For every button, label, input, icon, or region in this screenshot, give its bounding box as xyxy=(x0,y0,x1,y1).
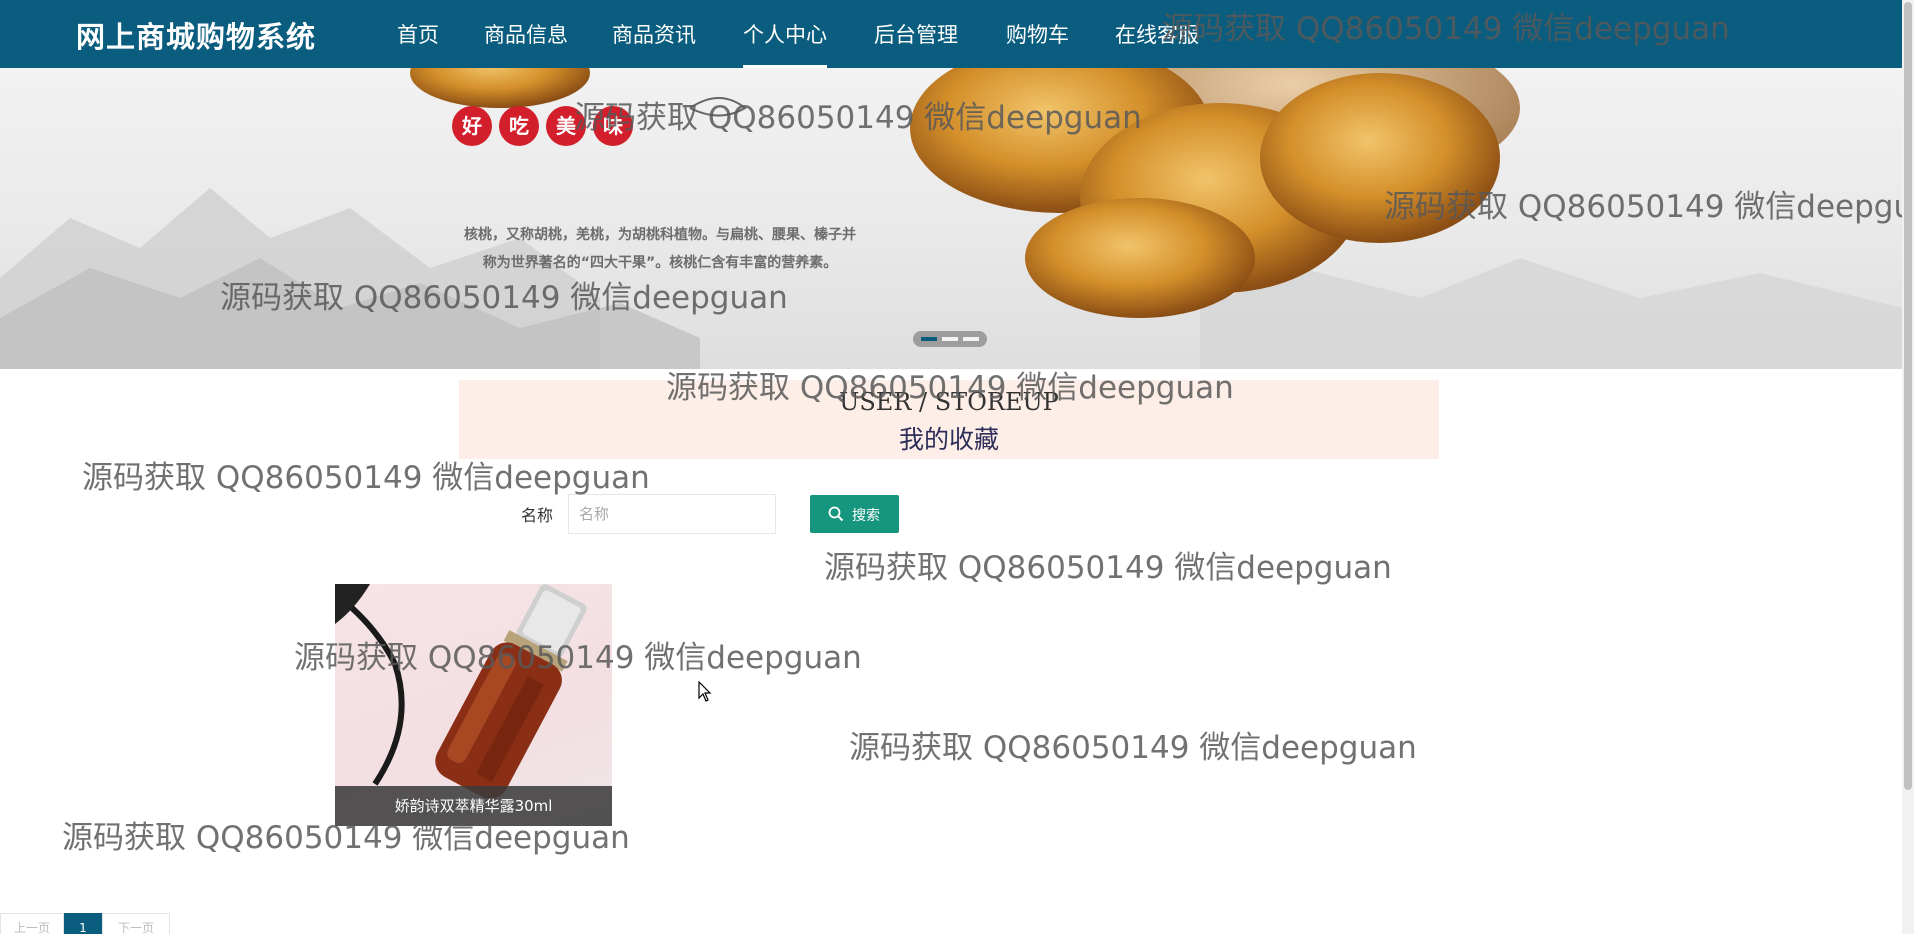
page-root: 网上商城购物系统 首页 商品信息 商品资讯 个人中心 后台管理 购物车 在线客服 xyxy=(0,0,1914,934)
carousel-dot[interactable] xyxy=(921,337,937,341)
scrollbar-thumb[interactable] xyxy=(1904,2,1912,790)
nav-admin[interactable]: 后台管理 xyxy=(874,19,958,68)
prev-page-button[interactable]: 上一页 xyxy=(0,913,64,934)
search-icon xyxy=(828,506,844,522)
top-navbar: 网上商城购物系统 首页 商品信息 商品资讯 个人中心 后台管理 购物车 在线客服 xyxy=(0,0,1902,68)
search-button[interactable]: 搜索 xyxy=(810,495,899,533)
watermark: 源码获取 QQ86050149 微信deepguan xyxy=(824,550,1392,586)
section-title-en: USER / STOREUP xyxy=(839,388,1059,416)
nav-products[interactable]: 商品信息 xyxy=(484,19,568,68)
carousel-dot[interactable] xyxy=(963,337,979,341)
hero-banner[interactable]: 好 吃 美 味 核桃，又称胡桃，羌桃，为胡桃科植物。与扁桃、腰果、榛子并 称为世… xyxy=(0,68,1902,369)
product-name[interactable]: 娇韵诗双萃精华露30ml xyxy=(335,786,612,826)
page-number-button[interactable]: 1 xyxy=(64,913,102,934)
section-title-cn: 我的收藏 xyxy=(898,425,999,454)
banner-badge: 好 xyxy=(452,106,492,146)
banner-badge: 吃 xyxy=(499,106,539,146)
search-button-label: 搜索 xyxy=(852,508,880,524)
section-heading: USER / STOREUP 我的收藏 xyxy=(459,380,1439,459)
carousel-dot[interactable] xyxy=(942,337,958,341)
banner-desc-line: 核桃，又称胡桃，羌桃，为胡桃科植物。与扁桃、腰果、榛子并 xyxy=(464,227,856,243)
banner-badge: 美 xyxy=(546,106,586,146)
favorite-product-card[interactable]: 娇韵诗双萃精华露30ml xyxy=(335,584,612,826)
carousel-indicator xyxy=(913,331,987,347)
nav-online-service[interactable]: 在线客服 xyxy=(1115,19,1199,68)
banner-landscape-image xyxy=(0,68,1902,369)
search-name-label: 名称 xyxy=(521,506,554,525)
nav-home[interactable]: 首页 xyxy=(397,19,439,68)
mouse-cursor-icon xyxy=(698,681,712,702)
banner-description: 核桃，又称胡桃，羌桃，为胡桃科植物。与扁桃、腰果、榛子并 称为世界著名的“四大干… xyxy=(410,221,910,277)
banner-desc-line: 称为世界著名的“四大干果”。核桃仁含有丰富的营养素。 xyxy=(482,255,838,271)
nav-cart[interactable]: 购物车 xyxy=(1006,19,1069,68)
watermark: 源码获取 QQ86050149 微信deepguan xyxy=(849,730,1417,766)
banner-badge: 味 xyxy=(593,106,633,146)
next-page-button[interactable]: 下一页 xyxy=(102,913,170,934)
search-name-input[interactable] xyxy=(568,494,776,534)
nav-news[interactable]: 商品资讯 xyxy=(612,19,696,68)
nav-user-center[interactable]: 个人中心 xyxy=(743,19,827,68)
page-scrollbar[interactable] xyxy=(1902,0,1914,934)
site-brand[interactable]: 网上商城购物系统 xyxy=(76,14,316,56)
